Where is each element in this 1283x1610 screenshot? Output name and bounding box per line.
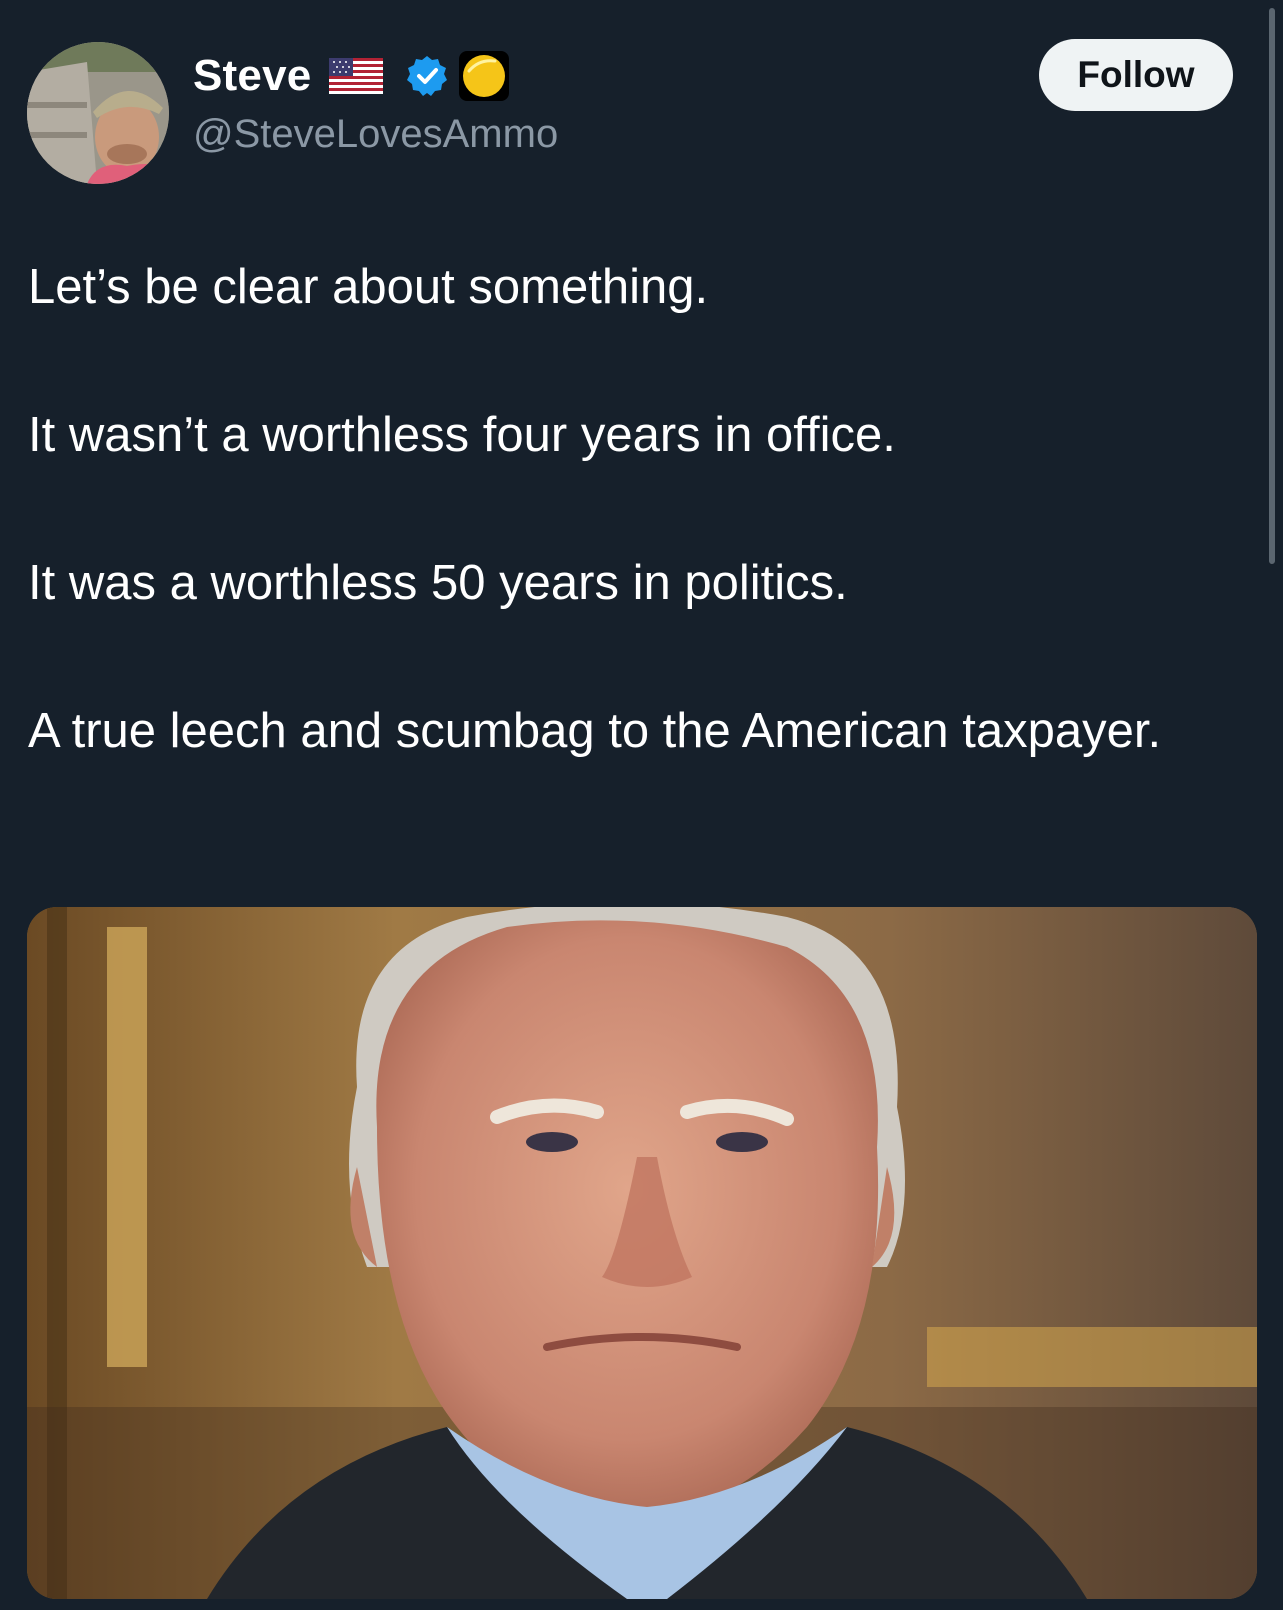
post-paragraph: Let’s be clear about something. bbox=[28, 260, 709, 314]
verified-badge-icon[interactable] bbox=[405, 54, 449, 98]
tweet: Steve @SteveLovesAmmo Follow Let’s be cl… bbox=[0, 0, 1283, 1610]
yellow-circle-badge-icon[interactable] bbox=[457, 49, 511, 103]
author-avatar[interactable] bbox=[27, 42, 169, 184]
follow-button[interactable]: Follow bbox=[1039, 39, 1233, 111]
post-paragraph: A true leech and scumbag to the American… bbox=[28, 704, 1162, 758]
scrollbar[interactable] bbox=[1269, 8, 1275, 564]
author-display-name[interactable]: Steve bbox=[193, 51, 311, 101]
us-flag-icon bbox=[329, 58, 384, 94]
post-image[interactable] bbox=[27, 907, 1257, 1599]
post-paragraph: It was a worthless 50 years in politics. bbox=[28, 556, 848, 610]
post-paragraph: It wasn’t a worthless four years in offi… bbox=[28, 408, 896, 462]
author-name-row: Steve bbox=[193, 48, 511, 104]
post-text: Let’s be clear about something. It wasn’… bbox=[28, 250, 1218, 768]
author-handle[interactable]: @SteveLovesAmmo bbox=[193, 112, 558, 157]
